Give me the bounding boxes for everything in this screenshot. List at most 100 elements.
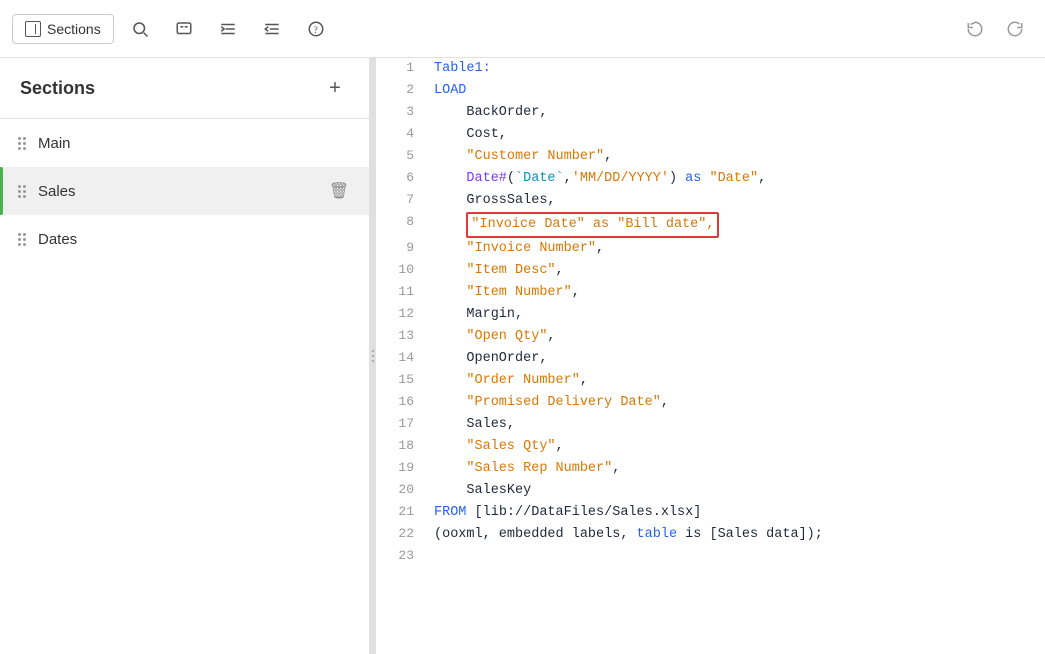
line-num-4: 4 [376, 124, 426, 146]
code-content-9[interactable]: "Invoice Number", [426, 238, 1045, 260]
code-content-20[interactable]: SalesKey [426, 480, 1045, 502]
line-num-21: 21 [376, 502, 426, 524]
code-line-10: 10 "Item Desc", [376, 260, 1045, 282]
editor-area[interactable]: 1 Table1: 2 LOAD 3 BackOrder, 4 Cost, [376, 58, 1045, 654]
line-num-23: 23 [376, 546, 426, 568]
line-num-15: 15 [376, 370, 426, 392]
line-num-19: 19 [376, 458, 426, 480]
indent-button[interactable] [210, 11, 246, 47]
line-num-5: 5 [376, 146, 426, 168]
drag-handle-main[interactable] [16, 135, 28, 152]
code-content-12[interactable]: Margin, [426, 304, 1045, 326]
code-line-14: 14 OpenOrder, [376, 348, 1045, 370]
code-content-7[interactable]: GrossSales, [426, 190, 1045, 212]
code-line-15: 15 "Order Number", [376, 370, 1045, 392]
help-icon: ? [307, 20, 325, 38]
line-num-12: 12 [376, 304, 426, 326]
code-content-14[interactable]: OpenOrder, [426, 348, 1045, 370]
code-content-13[interactable]: "Open Qty", [426, 326, 1045, 348]
search-icon [131, 20, 149, 38]
line-num-2: 2 [376, 80, 426, 102]
code-content-4[interactable]: Cost, [426, 124, 1045, 146]
undo-button[interactable] [957, 11, 993, 47]
drag-handle-sales[interactable] [16, 183, 28, 200]
line-num-7: 7 [376, 190, 426, 212]
panel-icon [25, 21, 41, 37]
code-content-1[interactable]: Table1: [426, 58, 1045, 80]
sidebar-header: Sections + [0, 58, 369, 119]
line-num-20: 20 [376, 480, 426, 502]
resize-dots [372, 350, 374, 362]
drag-handle-dates[interactable] [16, 231, 28, 248]
code-content-17[interactable]: Sales, [426, 414, 1045, 436]
code-content-21[interactable]: FROM [lib://DataFiles/Sales.xlsx] [426, 502, 1045, 524]
line-num-14: 14 [376, 348, 426, 370]
code-content-10[interactable]: "Item Desc", [426, 260, 1045, 282]
code-line-19: 19 "Sales Rep Number", [376, 458, 1045, 480]
code-content-6[interactable]: Date#(`Date`,'MM/DD/YYYY') as "Date", [426, 168, 1045, 190]
line-num-22: 22 [376, 524, 426, 546]
comment-button[interactable] [166, 11, 202, 47]
code-content-11[interactable]: "Item Number", [426, 282, 1045, 304]
code-content-5[interactable]: "Customer Number", [426, 146, 1045, 168]
sidebar-title: Sections [20, 78, 95, 99]
redo-button[interactable] [997, 11, 1033, 47]
toolbar-right-actions [957, 11, 1033, 47]
delete-sales-button[interactable]: 🗑 [325, 177, 353, 205]
code-content-22[interactable]: (ooxml, embedded labels, table is [Sales… [426, 524, 1045, 546]
main-area: Sections + Main 🗑 [0, 58, 1045, 654]
code-line-11: 11 "Item Number", [376, 282, 1045, 304]
code-line-6: 6 Date#(`Date`,'MM/DD/YYYY') as "Date", [376, 168, 1045, 190]
line-num-3: 3 [376, 102, 426, 124]
sections-toggle-button[interactable]: Sections [12, 14, 114, 44]
svg-text:?: ? [313, 24, 317, 35]
code-line-12: 12 Margin, [376, 304, 1045, 326]
code-content-2[interactable]: LOAD [426, 80, 1045, 102]
sidebar-item-main[interactable]: Main 🗑 [0, 119, 369, 167]
code-line-3: 3 BackOrder, [376, 102, 1045, 124]
code-line-18: 18 "Sales Qty", [376, 436, 1045, 458]
code-line-9: 9 "Invoice Number", [376, 238, 1045, 260]
sections-button-label: Sections [47, 21, 101, 37]
code-content-16[interactable]: "Promised Delivery Date", [426, 392, 1045, 414]
add-section-button[interactable]: + [321, 74, 349, 102]
line-num-11: 11 [376, 282, 426, 304]
line-num-16: 16 [376, 392, 426, 414]
code-content-15[interactable]: "Order Number", [426, 370, 1045, 392]
code-content-19[interactable]: "Sales Rep Number", [426, 458, 1045, 480]
line-num-1: 1 [376, 58, 426, 80]
code-content-18[interactable]: "Sales Qty", [426, 436, 1045, 458]
sidebar-item-dates-label: Dates [38, 231, 325, 248]
code-line-20: 20 SalesKey [376, 480, 1045, 502]
code-table: 1 Table1: 2 LOAD 3 BackOrder, 4 Cost, [376, 58, 1045, 568]
code-line-17: 17 Sales, [376, 414, 1045, 436]
active-indicator [0, 167, 3, 215]
code-content-8[interactable]: "Invoice Date" as "Bill date", [426, 212, 1045, 238]
comment-icon [175, 20, 193, 38]
code-line-22: 22 (ooxml, embedded labels, table is [Sa… [376, 524, 1045, 546]
code-line-8: 8 "Invoice Date" as "Bill date", [376, 212, 1045, 238]
code-content-3[interactable]: BackOrder, [426, 102, 1045, 124]
outdent-button[interactable] [254, 11, 290, 47]
undo-icon [966, 20, 984, 38]
line-num-17: 17 [376, 414, 426, 436]
line-num-8: 8 [376, 212, 426, 238]
line-num-18: 18 [376, 436, 426, 458]
code-line-5: 5 "Customer Number", [376, 146, 1045, 168]
code-line-4: 4 Cost, [376, 124, 1045, 146]
help-button[interactable]: ? [298, 11, 334, 47]
sidebar-item-sales[interactable]: Sales 🗑 [0, 167, 369, 215]
line-num-6: 6 [376, 168, 426, 190]
outdent-icon [263, 20, 281, 38]
code-content-23[interactable] [426, 546, 1045, 568]
code-line-23: 23 [376, 546, 1045, 568]
line-num-10: 10 [376, 260, 426, 282]
search-button[interactable] [122, 11, 158, 47]
sidebar-item-dates[interactable]: Dates 🗑 [0, 215, 369, 263]
code-line-2: 2 LOAD [376, 80, 1045, 102]
highlight-box: "Invoice Date" as "Bill date", [466, 212, 719, 238]
indent-icon [219, 20, 237, 38]
toolbar: Sections ? [0, 0, 1045, 58]
line-num-13: 13 [376, 326, 426, 348]
sidebar-item-sales-label: Sales [38, 183, 325, 200]
